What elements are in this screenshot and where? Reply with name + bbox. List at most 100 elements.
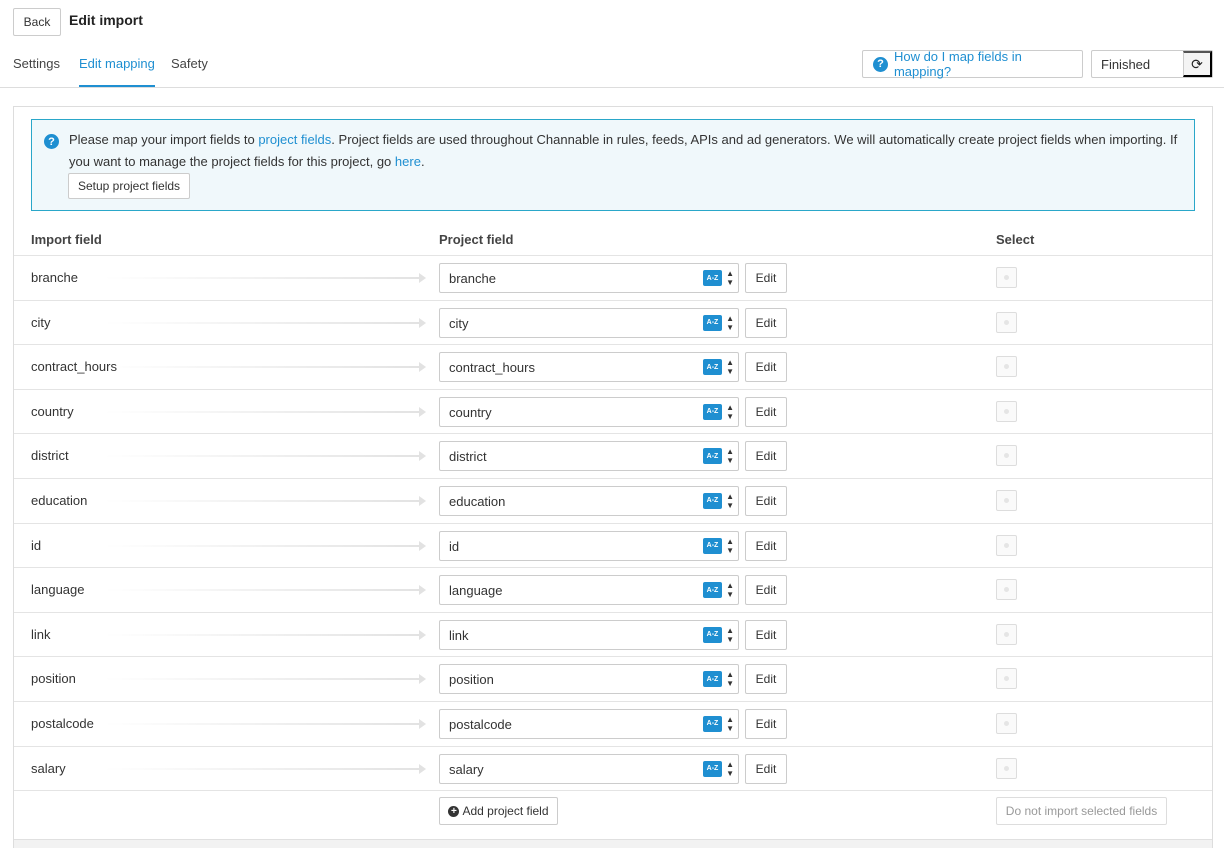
project-field-select[interactable]: postalcode A-Z ▲ ▼ [439, 708, 739, 739]
status-value: Finished [1101, 57, 1151, 72]
select-checkbox[interactable] [996, 757, 1017, 779]
edit-field-button[interactable]: Edit [745, 619, 787, 650]
here-link[interactable]: here [395, 154, 421, 169]
project-field-select[interactable]: education A-Z ▲ ▼ [439, 485, 739, 516]
tab-settings[interactable]: Settings [13, 56, 60, 87]
select-checkbox[interactable] [996, 489, 1017, 511]
import-field-name: education [31, 492, 88, 508]
tab-safety[interactable]: Safety [171, 56, 208, 87]
sort-az-icon: A-Z [703, 537, 722, 554]
footer-row: + Add project field Do not import select… [14, 790, 1212, 840]
mapping-arrow-icon [104, 629, 426, 640]
edit-field-button[interactable]: Edit [745, 352, 787, 383]
top-bar: Back Edit import [0, 0, 1224, 44]
select-checkbox[interactable] [996, 579, 1017, 601]
help-mapping-button[interactable]: ? How do I map fields in mapping? [862, 49, 1083, 79]
import-field-name: city [31, 314, 51, 330]
import-field-name: branche [31, 270, 78, 285]
import-field-name: salary [31, 760, 66, 776]
project-field-select[interactable]: city A-Z ▲ ▼ [439, 307, 739, 338]
project-field-value: district [449, 449, 487, 465]
project-field-value: education [449, 493, 506, 509]
sort-az-icon: A-Z [703, 314, 722, 331]
edit-field-button[interactable]: Edit [745, 485, 787, 516]
mapping-row: district district A-Z ▲ ▼ Edit [14, 433, 1212, 478]
select-checkbox[interactable] [996, 311, 1017, 333]
select-caret-icon: ▲ ▼ [726, 670, 734, 689]
mapping-row: education education A-Z ▲ ▼ Edit [14, 477, 1212, 523]
help-mapping-label: How do I map fields in mapping? [893, 49, 1022, 79]
mapping-arrow-icon [104, 451, 426, 462]
edit-field-button[interactable]: Edit [745, 263, 787, 293]
sort-az-icon: A-Z [703, 671, 722, 688]
info-text-part: . [420, 154, 425, 169]
mapping-arrow-icon [104, 317, 426, 328]
project-field-value: postalcode [449, 716, 512, 732]
import-field-name: language [31, 582, 85, 598]
select-checkbox[interactable] [996, 534, 1017, 556]
setup-project-fields-button[interactable]: Setup project fields [68, 173, 190, 199]
project-field-select[interactable]: link A-Z ▲ ▼ [439, 619, 739, 650]
project-field-select[interactable]: salary A-Z ▲ ▼ [439, 753, 739, 784]
question-icon: ? [44, 134, 59, 149]
info-alert: ? Please map your import fields to proje… [31, 119, 1195, 211]
select-checkbox[interactable] [996, 668, 1017, 690]
do-not-import-button[interactable]: Do not import selected fields [996, 797, 1167, 825]
project-field-select[interactable]: district A-Z ▲ ▼ [439, 441, 739, 472]
sort-az-icon: A-Z [703, 715, 722, 732]
mapping-arrow-icon [104, 540, 426, 551]
sort-az-icon: A-Z [703, 582, 722, 599]
sort-az-icon: A-Z [703, 359, 722, 376]
edit-field-button[interactable]: Edit [745, 575, 787, 606]
project-field-select[interactable]: branche A-Z ▲ ▼ [439, 263, 739, 293]
project-fields-link[interactable]: project fields [258, 132, 331, 147]
select-checkbox[interactable] [996, 445, 1017, 467]
mapping-row: id id A-Z ▲ ▼ Edit [14, 522, 1212, 568]
edit-field-button[interactable]: Edit [745, 441, 787, 472]
edit-field-button[interactable]: Edit [745, 708, 787, 739]
page-title: Edit import [69, 12, 143, 28]
sort-az-icon: A-Z [703, 626, 722, 643]
add-project-field-label: Add project field [462, 804, 549, 818]
project-field-select[interactable]: country A-Z ▲ ▼ [439, 396, 739, 427]
info-text-part: Please map your import fields to [69, 132, 259, 147]
mapping-row: postalcode postalcode A-Z ▲ ▼ Edit [14, 700, 1212, 746]
project-field-select[interactable]: contract_hours A-Z ▲ ▼ [439, 352, 739, 383]
mapping-row: language language A-Z ▲ ▼ Edit [14, 567, 1212, 612]
project-field-select[interactable]: position A-Z ▲ ▼ [439, 664, 739, 695]
select-checkbox[interactable] [996, 712, 1017, 734]
edit-field-button[interactable]: Edit [745, 530, 787, 561]
mapping-arrow-icon [104, 273, 426, 283]
mapping-row: branche branche A-Z ▲ ▼ Edit [14, 255, 1212, 300]
select-caret-icon: ▲ ▼ [726, 447, 734, 466]
sort-az-icon: A-Z [703, 270, 722, 286]
plus-circle-icon: + [448, 805, 460, 817]
sort-az-icon: A-Z [703, 760, 722, 777]
edit-field-button[interactable]: Edit [745, 307, 787, 338]
status-field: Finished ⟳ [1091, 50, 1213, 78]
mapping-rows: branche branche A-Z ▲ ▼ Edit city city A-Z ▲ ▼ Edit… [14, 255, 1212, 790]
project-field-value: salary [449, 761, 484, 777]
back-button[interactable]: Back [13, 8, 61, 36]
add-project-field-button[interactable]: + Add project field [439, 797, 558, 825]
select-checkbox[interactable] [996, 356, 1017, 378]
mapping-arrow-icon [104, 763, 426, 774]
edit-field-button[interactable]: Edit [745, 396, 787, 427]
select-checkbox[interactable] [996, 400, 1017, 422]
mapping-arrow-icon [104, 674, 426, 685]
select-caret-icon: ▲ ▼ [726, 536, 734, 555]
project-field-value: id [449, 538, 460, 554]
project-field-select[interactable]: id A-Z ▲ ▼ [439, 530, 739, 561]
edit-field-button[interactable]: Edit [745, 753, 787, 784]
column-header-import-field: Import field [31, 232, 102, 247]
project-field-value: country [449, 404, 492, 420]
select-checkbox[interactable] [996, 267, 1017, 288]
project-field-value: city [449, 315, 469, 331]
project-field-select[interactable]: language A-Z ▲ ▼ [439, 575, 739, 606]
tab-edit-mapping[interactable]: Edit mapping [79, 56, 155, 87]
mapping-arrow-icon [104, 585, 426, 596]
select-checkbox[interactable] [996, 623, 1017, 645]
sort-az-icon: A-Z [703, 448, 722, 465]
refresh-button[interactable]: ⟳ [1183, 51, 1212, 77]
edit-field-button[interactable]: Edit [745, 664, 787, 695]
